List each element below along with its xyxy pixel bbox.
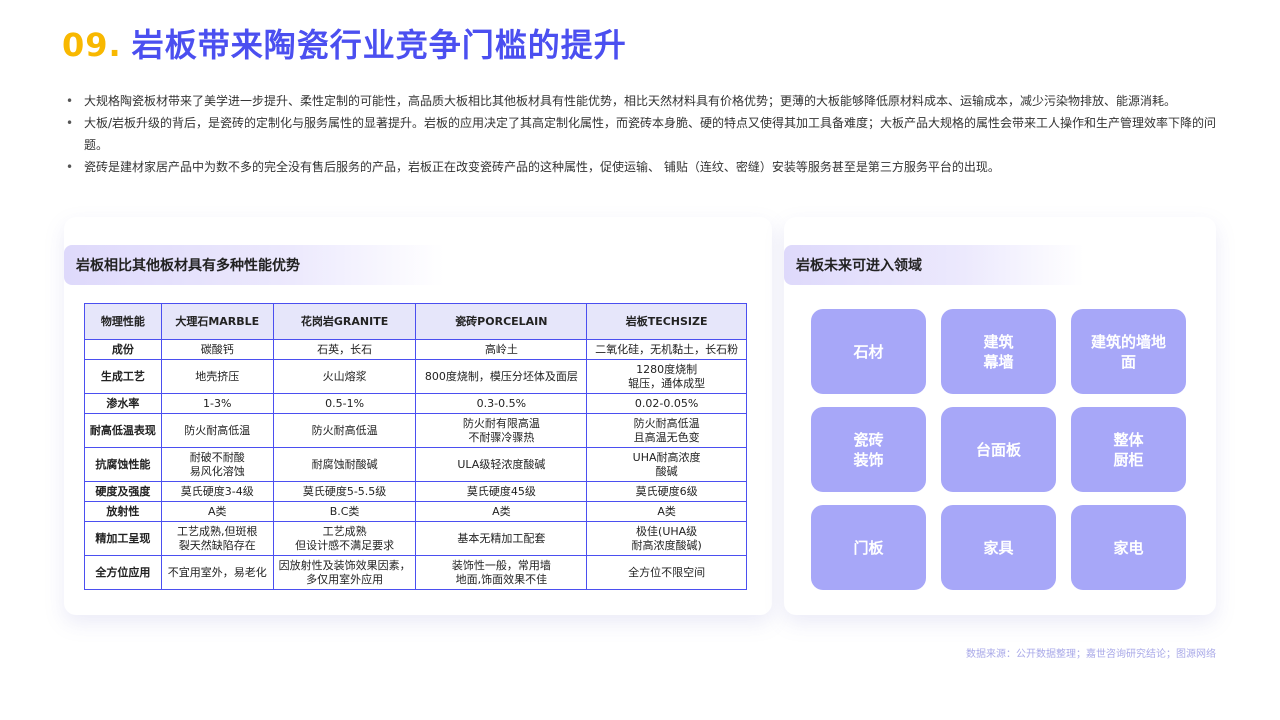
table-header-cell: 大理石MARBLE — [160, 303, 274, 340]
table-cell: 地壳挤压 — [160, 359, 274, 394]
field-tile-stone: 石材 — [811, 309, 926, 394]
table-cell: 防火耐高低温 — [272, 413, 417, 448]
bullet-list: 大规格陶瓷板材带来了美学进一步提升、柔性定制的可能性，高品质大板相比其他板材具有… — [64, 90, 1224, 178]
table-cell: ULA级轻浓度酸碱 — [415, 447, 588, 482]
future-fields-panel: 岩板未来可进入领域 石材 建筑 幕墙 建筑的墙地 面 瓷砖 装饰 台面板 整体 … — [784, 217, 1216, 615]
table-cell: 装饰性一般，常用墙 地面,饰面效果不佳 — [415, 555, 588, 590]
row-label-cell: 抗腐蚀性能 — [84, 447, 162, 482]
row-label-cell: 渗水率 — [84, 393, 162, 414]
table-row: 硬度及强度 莫氏硬度3-4级 莫氏硬度5-5.5级 莫氏硬度45级 莫氏硬度6级 — [84, 481, 747, 502]
table-cell: 莫氏硬度5-5.5级 — [272, 481, 417, 502]
table-cell: 0.3-0.5% — [415, 393, 588, 414]
table-cell: 800度烧制，模压分坯体及面层 — [415, 359, 588, 394]
table-header-cell: 岩板TECHSIZE — [586, 303, 747, 340]
table-row: 精加工呈现 工艺成熟,但斑根 裂天然缺陷存在 工艺成熟 但设计感不满足要求 基本… — [84, 521, 747, 556]
table-cell: 莫氏硬度3-4级 — [160, 481, 274, 502]
table-cell: 碳酸钙 — [160, 339, 274, 360]
comparison-panel: 岩板相比其他板材具有多种性能优势 物理性能 大理石MARBLE 花岗岩GRANI… — [64, 217, 772, 615]
bullet-item: 大规格陶瓷板材带来了美学进一步提升、柔性定制的可能性，高品质大板相比其他板材具有… — [64, 90, 1224, 112]
field-tile-tile-decoration: 瓷砖 装饰 — [811, 407, 926, 492]
comparison-panel-heading: 岩板相比其他板材具有多种性能优势 — [64, 245, 444, 285]
row-label-cell: 生成工艺 — [84, 359, 162, 394]
table-cell: 耐腐蚀耐酸碱 — [272, 447, 417, 482]
table-row: 全方位应用 不宜用室外，易老化 因放射性及装饰效果因素， 多仅用室外应用 装饰性… — [84, 555, 747, 590]
table-row: 生成工艺 地壳挤压 火山熔浆 800度烧制，模压分坯体及面层 1280度烧制 辊… — [84, 359, 747, 394]
table-row: 成份 碳酸钙 石英，长石 高岭土 二氧化硅，无机黏土，长石粉 — [84, 339, 747, 360]
table-cell: 防火耐高低温 且高温无色变 — [586, 413, 747, 448]
field-tile-furniture: 家具 — [941, 505, 1056, 590]
field-tile-appliance: 家电 — [1071, 505, 1186, 590]
table-cell: 石英，长石 — [272, 339, 417, 360]
table-row: 抗腐蚀性能 耐破不耐酸 易风化溶蚀 耐腐蚀耐酸碱 ULA级轻浓度酸碱 UHA耐高… — [84, 447, 747, 482]
field-tile-grid: 石材 建筑 幕墙 建筑的墙地 面 瓷砖 装饰 台面板 整体 厨柜 门板 家具 家… — [811, 309, 1186, 590]
table-cell: 0.02-0.05% — [586, 393, 747, 414]
table-cell: 极佳(UHA级 耐高浓度酸碱) — [586, 521, 747, 556]
table-cell: 全方位不限空间 — [586, 555, 747, 590]
page-title: 09 . 岩板带来陶瓷行业竞争门槛的提升 — [62, 20, 627, 66]
page-title-text: 岩板带来陶瓷行业竞争门槛的提升 — [131, 26, 627, 64]
table-cell: 莫氏硬度6级 — [586, 481, 747, 502]
row-label-cell: 硬度及强度 — [84, 481, 162, 502]
row-label-cell: 放射性 — [84, 501, 162, 522]
table-header-row: 物理性能 大理石MARBLE 花岗岩GRANITE 瓷砖PORCELAIN 岩板… — [84, 303, 747, 340]
table-cell: 基本无精加工配套 — [415, 521, 588, 556]
future-fields-heading: 岩板未来可进入领域 — [784, 245, 1084, 285]
field-tile-kitchen-cabinet: 整体 厨柜 — [1071, 407, 1186, 492]
row-label-cell: 全方位应用 — [84, 555, 162, 590]
table-cell: 二氧化硅，无机黏土，长石粉 — [586, 339, 747, 360]
bullet-item: 大板/岩板升级的背后，是瓷砖的定制化与服务属性的显著提升。岩板的应用决定了其高定… — [64, 112, 1224, 156]
table-cell: 防火耐有限高温 不耐骤冷骤热 — [415, 413, 588, 448]
data-source-note: 数据来源：公开数据整理；嘉世咨询研究结论；图源网络 — [966, 649, 1216, 660]
section-number-dot: . — [108, 26, 122, 64]
table-cell: 防火耐高低温 — [160, 413, 274, 448]
table-cell: 莫氏硬度45级 — [415, 481, 588, 502]
table-cell: 0.5-1% — [272, 393, 417, 414]
comparison-table: 物理性能 大理石MARBLE 花岗岩GRANITE 瓷砖PORCELAIN 岩板… — [84, 303, 747, 590]
table-header-cell: 物理性能 — [84, 303, 162, 340]
table-cell: 火山熔浆 — [272, 359, 417, 394]
field-tile-wall-floor: 建筑的墙地 面 — [1071, 309, 1186, 394]
table-row: 放射性 A类 B.C类 A类 A类 — [84, 501, 747, 522]
table-cell: 工艺成熟,但斑根 裂天然缺陷存在 — [160, 521, 274, 556]
table-cell: 工艺成熟 但设计感不满足要求 — [272, 521, 417, 556]
table-cell: A类 — [415, 501, 588, 522]
field-tile-countertop: 台面板 — [941, 407, 1056, 492]
row-label-cell: 精加工呈现 — [84, 521, 162, 556]
table-cell: 高岭土 — [415, 339, 588, 360]
table-cell: A类 — [586, 501, 747, 522]
table-cell: 耐破不耐酸 易风化溶蚀 — [160, 447, 274, 482]
table-cell: 因放射性及装饰效果因素， 多仅用室外应用 — [272, 555, 417, 590]
table-header-cell: 花岗岩GRANITE — [272, 303, 417, 340]
section-number: 09 — [62, 26, 109, 64]
table-row: 耐高低温表现 防火耐高低温 防火耐高低温 防火耐有限高温 不耐骤冷骤热 防火耐高… — [84, 413, 747, 448]
table-row: 渗水率 1-3% 0.5-1% 0.3-0.5% 0.02-0.05% — [84, 393, 747, 414]
row-label-cell: 成份 — [84, 339, 162, 360]
table-header-cell: 瓷砖PORCELAIN — [415, 303, 588, 340]
row-label-cell: 耐高低温表现 — [84, 413, 162, 448]
table-cell: A类 — [160, 501, 274, 522]
bullet-item: 瓷砖是建材家居产品中为数不多的完全没有售后服务的产品，岩板正在改变瓷砖产品的这种… — [64, 156, 1224, 178]
table-cell: B.C类 — [272, 501, 417, 522]
table-cell: 1280度烧制 辊压，通体成型 — [586, 359, 747, 394]
field-tile-curtain-wall: 建筑 幕墙 — [941, 309, 1056, 394]
table-cell: 不宜用室外，易老化 — [160, 555, 274, 590]
table-cell: 1-3% — [160, 393, 274, 414]
table-cell: UHA耐高浓度 酸碱 — [586, 447, 747, 482]
field-tile-door-panel: 门板 — [811, 505, 926, 590]
